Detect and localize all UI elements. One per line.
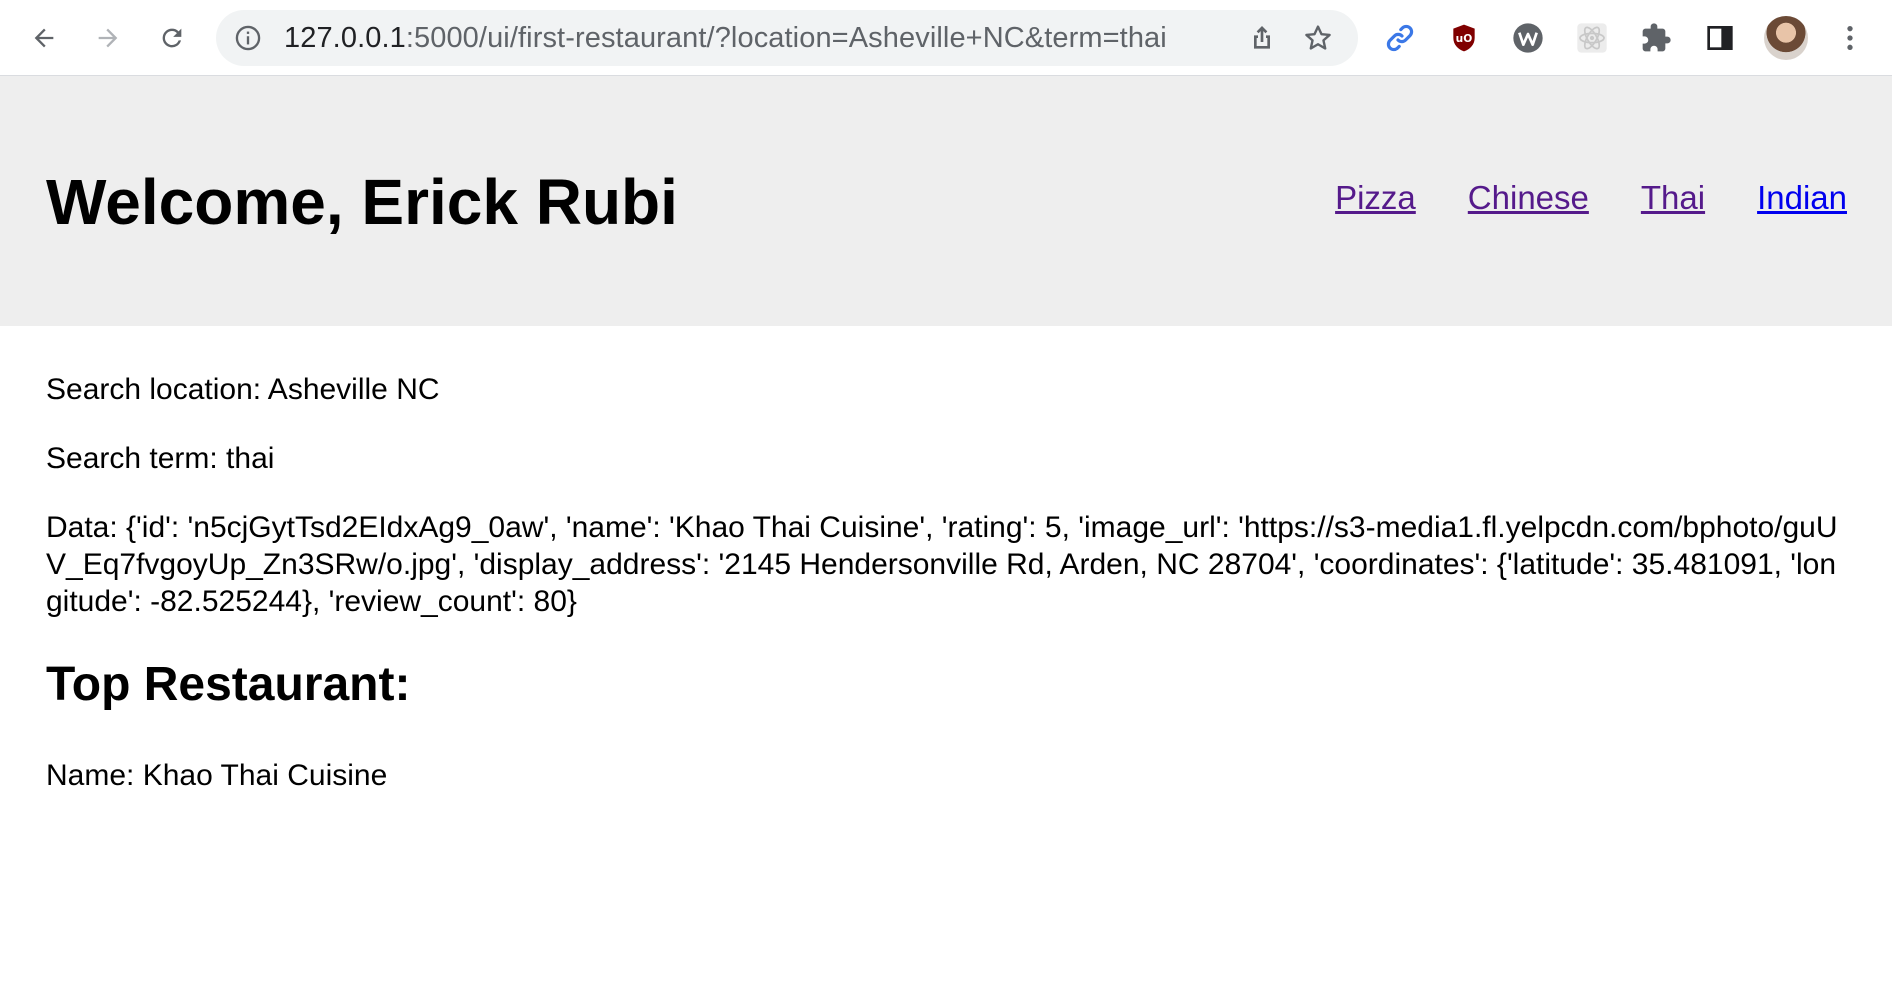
arrow-left-icon bbox=[34, 28, 54, 48]
nav-link-indian[interactable]: Indian bbox=[1757, 178, 1847, 218]
nav-link-pizza[interactable]: Pizza bbox=[1335, 178, 1416, 218]
react-icon bbox=[1577, 23, 1607, 53]
back-button[interactable] bbox=[24, 18, 64, 58]
profile-avatar[interactable] bbox=[1764, 16, 1808, 60]
page-header: Welcome, Erick Rubi Pizza Chinese Thai I… bbox=[0, 76, 1892, 326]
link-icon bbox=[1386, 24, 1414, 52]
side-panel-icon bbox=[1707, 26, 1733, 50]
extensions-button[interactable] bbox=[1636, 18, 1676, 58]
reload-icon bbox=[162, 28, 182, 48]
forward-button[interactable] bbox=[88, 18, 128, 58]
data-dump-text: Data: {'id': 'n5cjGytTsd2EIdxAg9_0aw', '… bbox=[46, 511, 1838, 618]
w-extension-button[interactable] bbox=[1508, 18, 1548, 58]
ublock-icon: uO bbox=[1453, 24, 1475, 52]
url-host: 127.0.0.1 bbox=[284, 22, 406, 54]
cuisine-nav: Pizza Chinese Thai Indian bbox=[1335, 178, 1847, 218]
share-icon[interactable] bbox=[1246, 22, 1278, 54]
browser-toolbar: 127.0.0.1:5000/ui/first-restaurant/?loca… bbox=[0, 0, 1892, 76]
nav-link-chinese[interactable]: Chinese bbox=[1468, 178, 1589, 218]
restaurant-name-text: Name: Khao Thai Cuisine bbox=[46, 759, 388, 792]
arrow-right-icon bbox=[98, 28, 118, 48]
side-panel-button[interactable] bbox=[1700, 18, 1740, 58]
info-icon[interactable] bbox=[234, 24, 262, 52]
puzzle-icon bbox=[1642, 23, 1671, 52]
ublock-extension-button[interactable]: uO bbox=[1444, 18, 1484, 58]
kebab-menu-icon bbox=[1847, 26, 1853, 50]
top-restaurant-heading: Top Restaurant: bbox=[46, 658, 411, 711]
welcome-heading: Welcome, Erick Rubi bbox=[46, 166, 678, 238]
link-extension-button[interactable] bbox=[1380, 18, 1420, 58]
address-bar[interactable]: 127.0.0.1:5000/ui/first-restaurant/?loca… bbox=[216, 10, 1358, 66]
search-location-text: Search location: Asheville NC bbox=[46, 373, 440, 406]
reload-button[interactable] bbox=[152, 18, 192, 58]
url-path: :5000/ui/first-restaurant/?location=Ashe… bbox=[405, 22, 1167, 54]
browser-menu-button[interactable] bbox=[1830, 18, 1870, 58]
react-extension-button[interactable] bbox=[1572, 18, 1612, 58]
search-term-text: Search term: thai bbox=[46, 442, 275, 475]
nav-link-thai[interactable]: Thai bbox=[1641, 178, 1705, 218]
w-icon bbox=[1513, 23, 1543, 53]
star-icon[interactable] bbox=[1302, 22, 1334, 54]
svg-text:uO: uO bbox=[1456, 32, 1473, 45]
url-text[interactable]: 127.0.0.1:5000/ui/first-restaurant/?loca… bbox=[284, 10, 1167, 66]
